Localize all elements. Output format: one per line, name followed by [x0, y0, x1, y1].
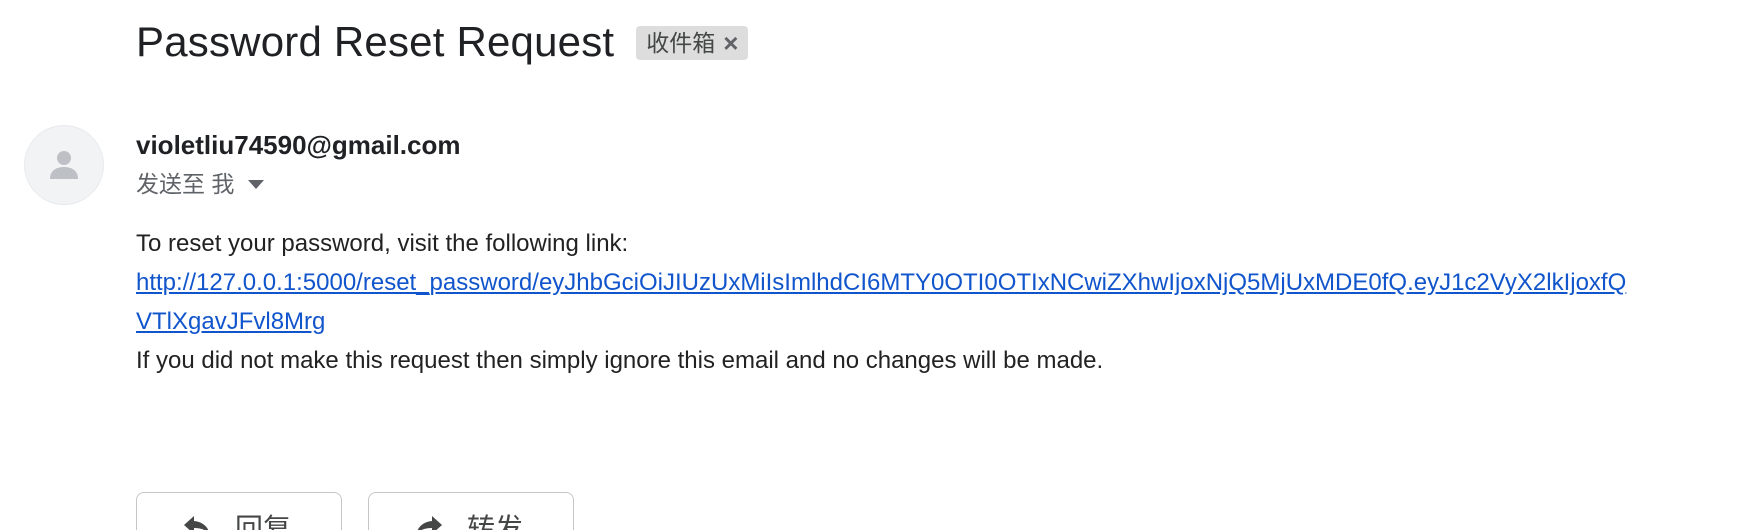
sender-email[interactable]: violetliu74590@gmail.com [136, 127, 460, 163]
subject-row: Password Reset Request 收件箱 × [136, 14, 749, 70]
reset-password-link-continued[interactable]: VTlXgavJFvl8Mrg [136, 302, 1626, 341]
reply-button[interactable]: 回复 [136, 492, 342, 530]
person-icon [50, 151, 78, 179]
email-body: To reset your password, visit the follow… [136, 224, 1626, 380]
body-outro: If you did not make this request then si… [136, 347, 1104, 374]
reset-password-link[interactable]: http://127.0.0.1:5000/reset_password/eyJ… [136, 263, 1626, 302]
forward-button[interactable]: 转发 [368, 492, 574, 530]
email-subject: Password Reset Request [136, 18, 615, 65]
inbox-label-text: 收件箱 [646, 30, 716, 56]
recipient-row: 发送至 我 [136, 168, 265, 200]
recipient-text: 发送至 我 [136, 171, 235, 197]
body-intro: To reset your password, visit the follow… [136, 230, 629, 257]
remove-label-icon[interactable]: × [723, 26, 738, 60]
inbox-label-chip[interactable]: 收件箱 × [636, 26, 749, 60]
forward-label: 转发 [467, 513, 524, 530]
email-view: Password Reset Request 收件箱 × violetliu74… [0, 0, 1744, 530]
forward-icon [417, 516, 442, 530]
reset-link-line-2[interactable]: VTlXgavJFvl8Mrg [136, 308, 325, 335]
caret-down-icon[interactable] [248, 179, 265, 189]
reply-icon [184, 516, 209, 530]
reset-link-line-1[interactable]: http://127.0.0.1:5000/reset_password/eyJ… [136, 269, 1626, 296]
reply-label: 回复 [235, 513, 292, 530]
sender-avatar[interactable] [24, 125, 104, 205]
